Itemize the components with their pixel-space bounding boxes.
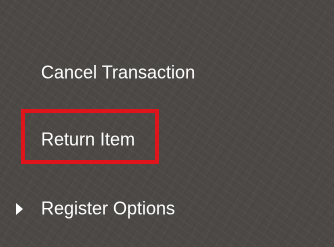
menu-item-label: Register Options xyxy=(41,198,176,219)
caret-right-icon[interactable] xyxy=(16,203,23,215)
menu-panel: Cancel Transaction Return Item Register … xyxy=(0,0,334,247)
menu-item-return-item[interactable]: Return Item xyxy=(0,120,334,160)
menu-item-cancel-transaction[interactable]: Cancel Transaction xyxy=(0,53,334,93)
menu-item-register-options[interactable]: Register Options xyxy=(0,189,334,229)
menu-item-label: Return Item xyxy=(41,129,136,150)
menu-item-label: Cancel Transaction xyxy=(41,62,196,83)
